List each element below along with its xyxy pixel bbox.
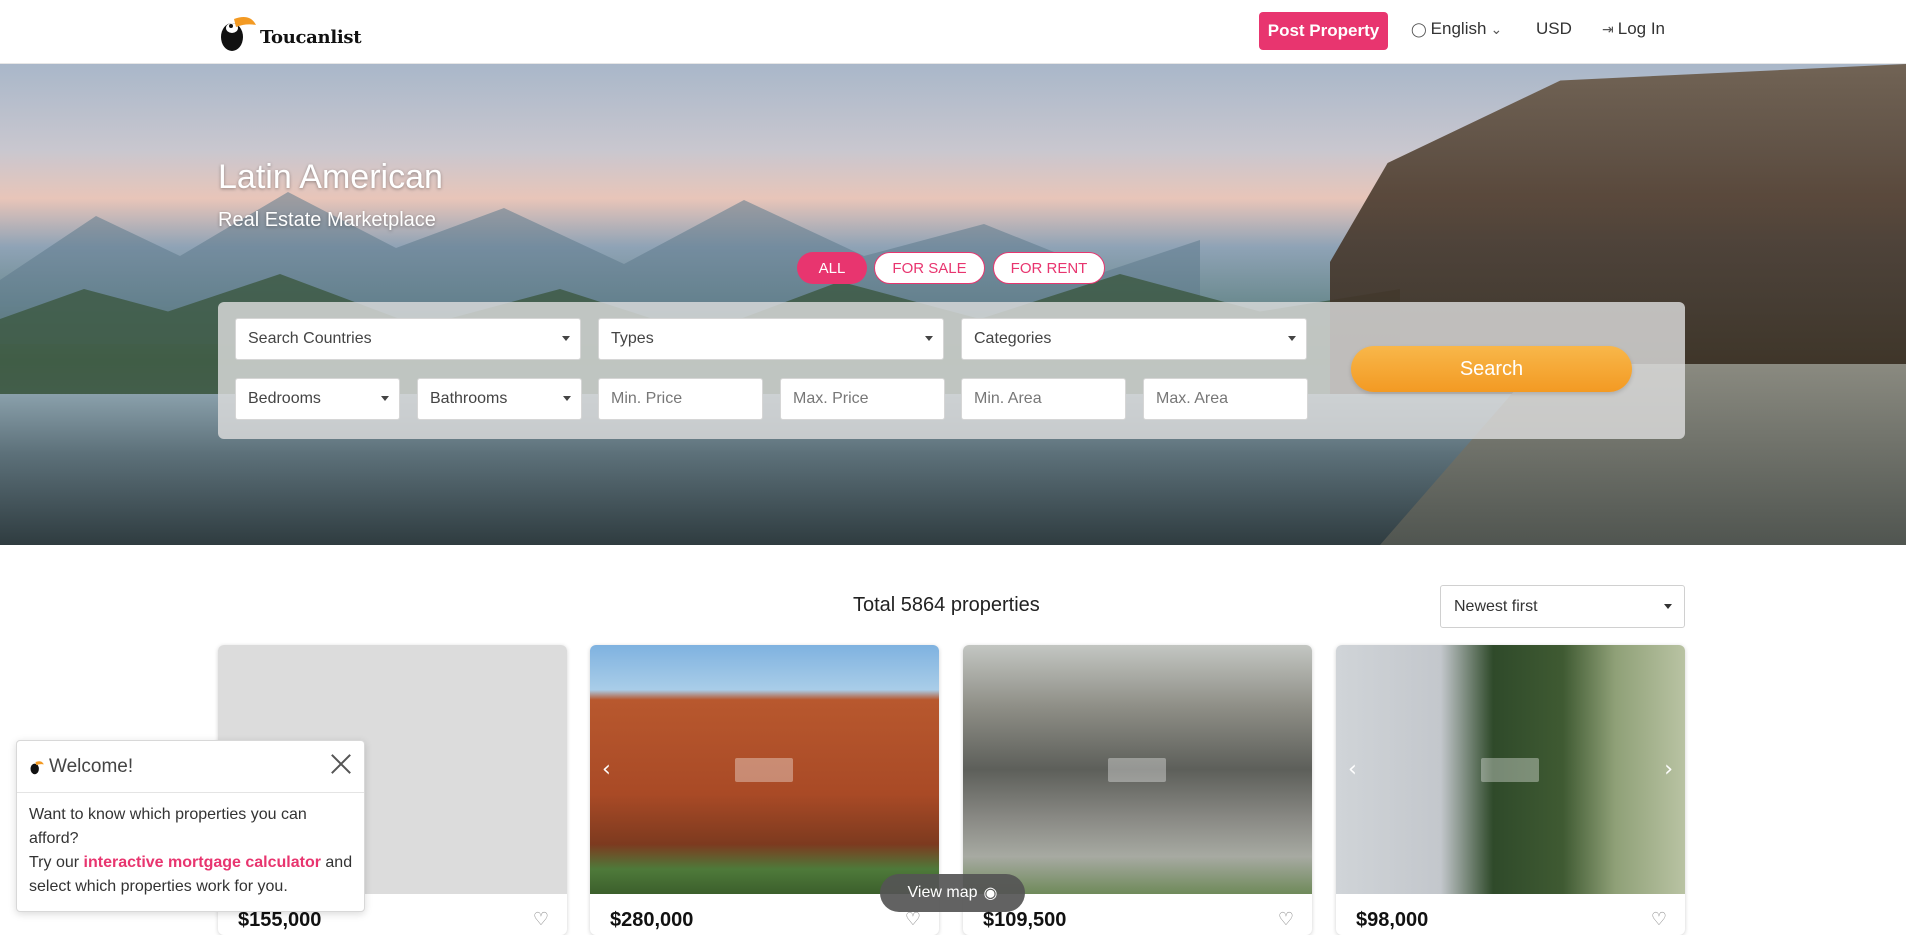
hero-subtitle: Real Estate Marketplace — [218, 209, 436, 231]
language-label: English — [1430, 19, 1487, 38]
property-card[interactable]: ‹ › $98,000 ♡ — [1336, 645, 1685, 935]
max-price-field[interactable] — [780, 378, 945, 420]
watermark-logo — [1108, 758, 1166, 782]
tab-for-sale[interactable]: FOR SALE — [874, 252, 985, 284]
login-link[interactable]: ⇥ Log In — [1602, 19, 1665, 39]
chevron-left-icon[interactable]: ‹ — [602, 757, 611, 782]
bedrooms-select[interactable]: Bedrooms — [235, 378, 400, 420]
categories-select-value: Categories — [974, 330, 1052, 347]
watermark-logo — [735, 758, 793, 782]
caret-down-icon — [1664, 604, 1672, 609]
logo-text: Toucanlist — [260, 26, 362, 48]
categories-select[interactable]: Categories — [961, 318, 1307, 360]
close-icon[interactable] — [328, 751, 354, 777]
max-price-input[interactable] — [793, 390, 944, 408]
globe-icon: ◯ — [1411, 20, 1427, 37]
hero-banner: Latin American Real Estate Marketplace A… — [0, 64, 1906, 545]
caret-down-icon — [563, 396, 571, 401]
tab-for-rent[interactable]: FOR RENT — [993, 252, 1105, 284]
bathrooms-select[interactable]: Bathrooms — [417, 378, 582, 420]
total-properties: Total 5864 properties — [853, 594, 1040, 616]
chevron-left-icon[interactable]: ‹ — [1348, 757, 1357, 782]
caret-down-icon — [925, 336, 933, 341]
heart-icon[interactable]: ♡ — [1651, 909, 1667, 930]
globe-map-icon: ◉ — [983, 885, 998, 902]
chevron-right-icon[interactable]: › — [1664, 757, 1673, 782]
min-area-field[interactable] — [961, 378, 1126, 420]
tab-all[interactable]: ALL — [797, 252, 867, 284]
top-navbar: Toucanlist Post Property ◯ English ⌄ USD… — [0, 0, 1906, 64]
chevron-down-icon: ⌄ — [1490, 20, 1503, 37]
bedrooms-select-value: Bedrooms — [248, 390, 321, 407]
property-price: $280,000 — [610, 909, 694, 931]
search-button[interactable]: Search — [1351, 346, 1632, 392]
welcome-line1: Want to know which properties you can af… — [29, 806, 307, 847]
welcome-popup: Welcome! Want to know which properties y… — [16, 740, 365, 912]
heart-icon[interactable]: ♡ — [533, 909, 549, 930]
welcome-header: Welcome! — [17, 741, 364, 793]
welcome-body: Want to know which properties you can af… — [29, 803, 357, 899]
property-price: $109,500 — [983, 909, 1067, 931]
country-select-value: Search Countries — [248, 330, 372, 347]
sort-select-value: Newest first — [1454, 597, 1538, 615]
property-price: $155,000 — [238, 909, 322, 931]
heart-icon[interactable]: ♡ — [1278, 909, 1294, 930]
welcome-line2-prefix: Try our — [29, 854, 84, 871]
min-price-input[interactable] — [611, 390, 762, 408]
caret-down-icon — [381, 396, 389, 401]
watermark-logo — [1481, 758, 1539, 782]
hero-title: Latin American — [218, 158, 443, 196]
caret-down-icon — [1288, 336, 1296, 341]
types-select-value: Types — [611, 330, 654, 347]
toucan-logo-icon — [218, 11, 258, 53]
view-map-button[interactable]: View map ◉ — [880, 874, 1025, 912]
heart-icon[interactable]: ♡ — [905, 909, 921, 930]
caret-down-icon — [562, 336, 570, 341]
search-panel: Search Countries Types Categories Bedroo… — [218, 302, 1685, 439]
toucan-logo-icon — [29, 759, 45, 775]
mortgage-calculator-link[interactable]: interactive mortgage calculator — [84, 854, 321, 871]
login-icon: ⇥ — [1602, 20, 1614, 37]
currency-selector[interactable]: USD — [1536, 19, 1572, 39]
property-price: $98,000 — [1356, 909, 1429, 931]
bathrooms-select-value: Bathrooms — [430, 390, 508, 407]
min-area-input[interactable] — [974, 390, 1125, 408]
language-selector[interactable]: ◯ English ⌄ — [1411, 19, 1502, 39]
types-select[interactable]: Types — [598, 318, 944, 360]
sort-select[interactable]: Newest first — [1440, 585, 1685, 628]
min-price-field[interactable] — [598, 378, 763, 420]
view-map-label: View map — [907, 884, 978, 901]
country-select[interactable]: Search Countries — [235, 318, 581, 360]
max-area-field[interactable] — [1143, 378, 1308, 420]
post-property-button[interactable]: Post Property — [1259, 12, 1388, 50]
site-logo[interactable]: Toucanlist — [218, 10, 362, 54]
welcome-title: Welcome! — [49, 755, 134, 777]
login-label: Log In — [1617, 19, 1665, 38]
max-area-input[interactable] — [1156, 390, 1307, 408]
